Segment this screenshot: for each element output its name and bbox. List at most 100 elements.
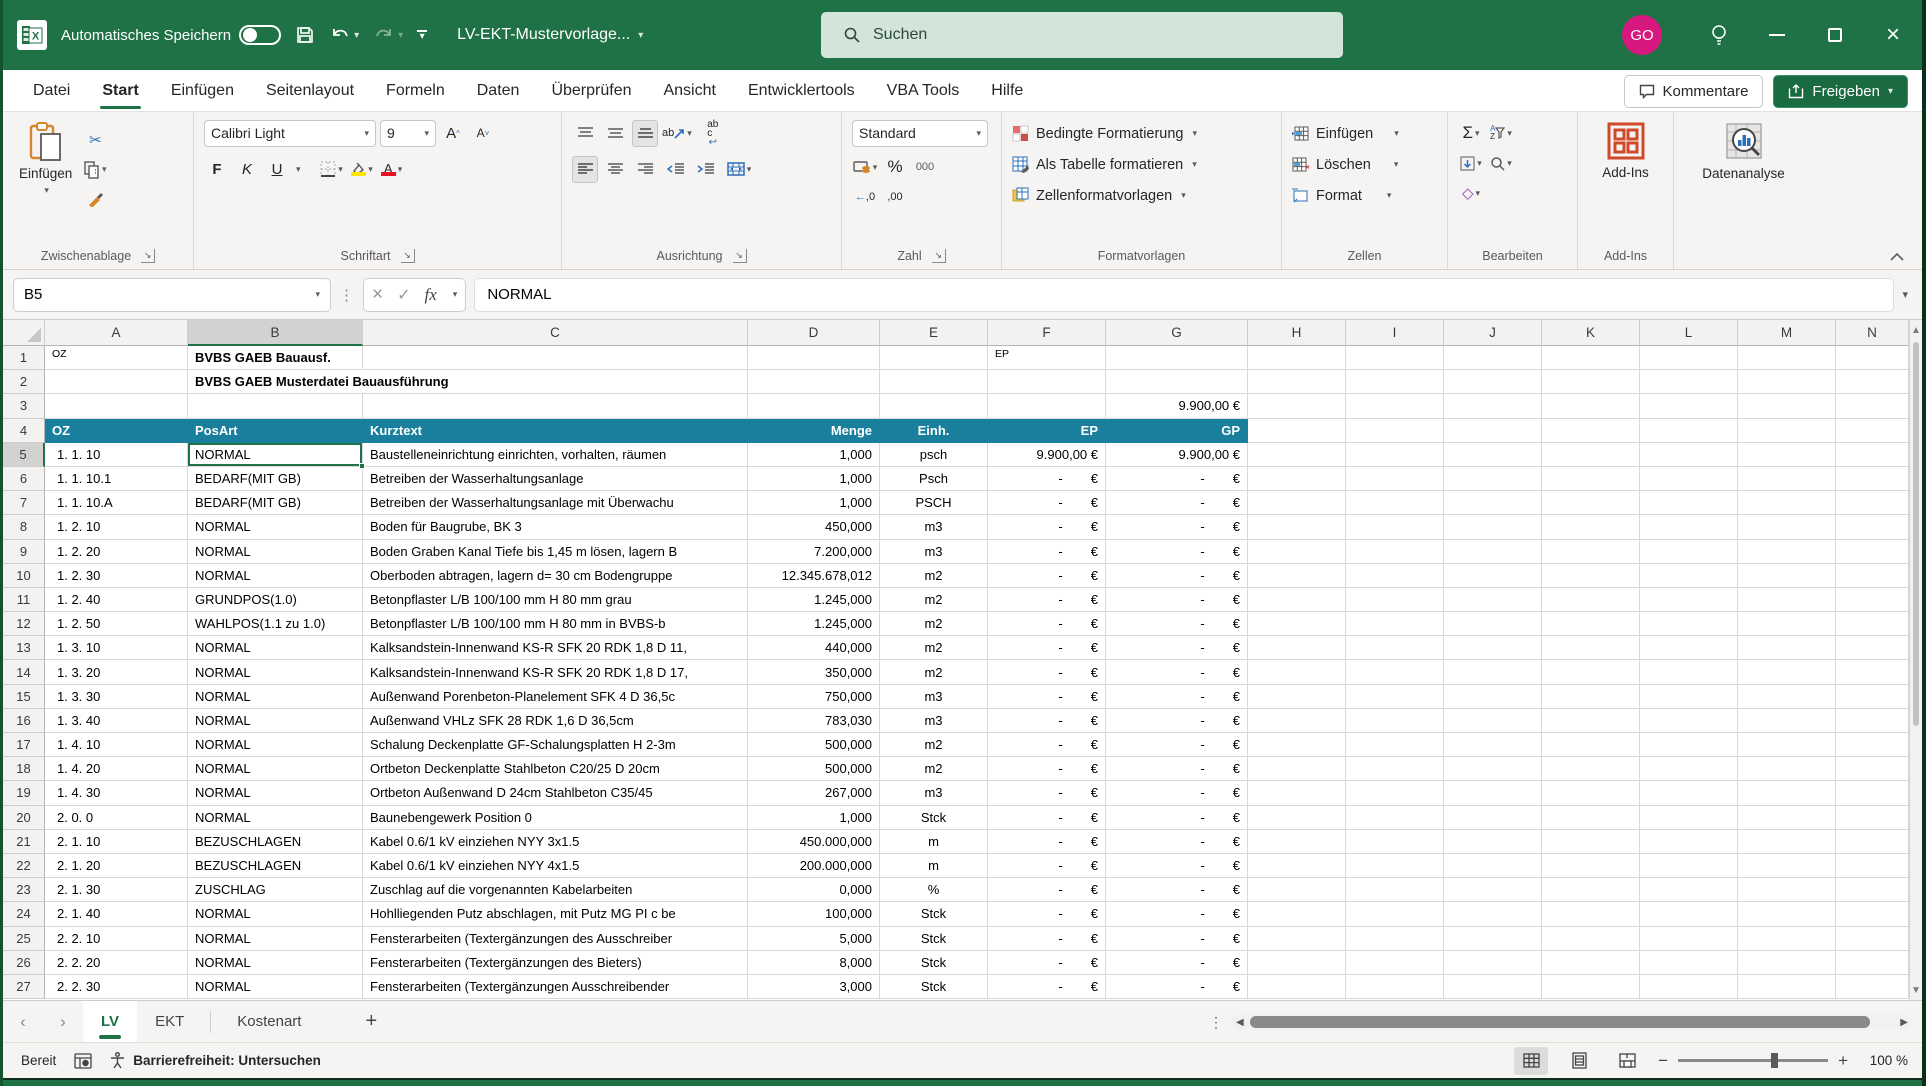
borders-icon[interactable]: ▾ (319, 156, 345, 183)
cell-G16[interactable]: - € (1106, 708, 1248, 733)
expand-formula-bar-icon[interactable]: ▾ (1902, 288, 1912, 301)
formula-input[interactable]: NORMAL (474, 277, 1895, 312)
cell-G24[interactable]: - € (1106, 902, 1248, 927)
tab-seitenlayout[interactable]: Seitenlayout (250, 70, 370, 111)
cell-J7[interactable] (1444, 491, 1542, 516)
copy-icon[interactable]: ▾ (82, 156, 108, 183)
orientation-icon[interactable]: ab ▾ (662, 120, 692, 147)
cell-J13[interactable] (1444, 636, 1542, 661)
cell-G4[interactable]: GP (1106, 418, 1248, 443)
cell-A17[interactable]: 1. 4. 10 (45, 733, 188, 758)
cell-B25[interactable]: NORMAL (188, 926, 363, 951)
cell-K4[interactable] (1542, 418, 1640, 443)
cell-M6[interactable] (1738, 466, 1836, 492)
cell-H7[interactable] (1248, 491, 1346, 516)
fx-dropdown-icon[interactable]: ▾ (453, 289, 458, 300)
cell-J16[interactable] (1444, 708, 1542, 733)
cell-L9[interactable] (1640, 539, 1738, 564)
tab-entwicklertools[interactable]: Entwicklertools (732, 70, 871, 111)
italic-button[interactable]: K (234, 156, 260, 183)
cell-M1[interactable] (1738, 346, 1836, 371)
cell-I24[interactable] (1346, 902, 1444, 927)
cell-F23[interactable]: - € (988, 878, 1106, 903)
horizontal-scroll-thumb[interactable] (1249, 1016, 1871, 1028)
cell-A12[interactable]: 1. 2. 50 (45, 612, 188, 637)
font-dialog-launcher-icon[interactable]: ↘ (400, 249, 415, 263)
increase-decimal-icon[interactable]: ← ,0 (852, 184, 878, 211)
title-dropdown-icon[interactable]: ▾ (638, 30, 643, 41)
save-button[interactable] (295, 25, 315, 45)
cell-N2[interactable] (1836, 370, 1909, 395)
collapse-ribbon-icon[interactable] (1890, 253, 1904, 261)
cell-I14[interactable] (1346, 660, 1444, 685)
new-sheet-button[interactable]: + (365, 1010, 377, 1033)
cell-E20[interactable]: Stck (880, 805, 988, 830)
tab-überprüfen[interactable]: Überprüfen (535, 70, 647, 111)
cell-M10[interactable] (1738, 563, 1836, 588)
cell-C5[interactable]: Baustelleneinrichtung einrichten, vorhal… (363, 442, 748, 467)
cell-D20[interactable]: 1,000 (748, 805, 880, 830)
cell-A18[interactable]: 1. 4. 20 (45, 757, 188, 782)
row-header-3[interactable]: 3 (3, 394, 45, 419)
cell-C14[interactable]: Kalksandstein-Innenwand KS-R SFK 20 RDK … (363, 660, 748, 685)
vertical-scroll-thumb[interactable] (1913, 342, 1919, 726)
cell-B5[interactable]: NORMAL (188, 442, 365, 469)
cell-M9[interactable] (1738, 539, 1836, 564)
cell-E6[interactable]: Psch (880, 466, 988, 492)
delete-cells-button[interactable]: × Löschen ▾ (1288, 149, 1402, 180)
cell-A5[interactable]: 1. 1. 10 (45, 442, 188, 467)
formula-bar-splitter[interactable]: ⋮ (339, 286, 355, 304)
cell-G6[interactable]: - € (1106, 466, 1248, 492)
cell-B21[interactable]: BEZUSCHLAGEN (188, 829, 363, 854)
comma-style-icon[interactable]: 000 (912, 154, 938, 181)
cell-K8[interactable] (1542, 515, 1640, 540)
document-title[interactable]: LV-EKT-Mustervorlage... ▾ (457, 26, 643, 44)
align-center-icon[interactable] (602, 156, 628, 183)
cell-M8[interactable] (1738, 515, 1836, 540)
cell-N13[interactable] (1836, 636, 1909, 661)
cell-C3[interactable] (363, 394, 748, 419)
cell-D9[interactable]: 7.200,000 (748, 539, 880, 564)
cell-J18[interactable] (1444, 757, 1542, 782)
cell-C27[interactable]: Fensterarbeiten (Textergänzungen Ausschr… (363, 974, 748, 1000)
cell-I15[interactable] (1346, 684, 1444, 709)
cancel-icon[interactable]: × (372, 284, 383, 306)
page-layout-view-icon[interactable] (1562, 1047, 1596, 1075)
cell-E7[interactable]: PSCH (880, 491, 988, 516)
tab-ansicht[interactable]: Ansicht (647, 70, 731, 111)
cell-E4[interactable]: Einh. (880, 418, 988, 443)
cell-F5[interactable]: 9.900,00 € (988, 442, 1106, 467)
cell-B1[interactable]: BVBS GAEB Bauausf. (188, 346, 363, 371)
cell-K26[interactable] (1542, 950, 1640, 975)
column-header-E[interactable]: E (880, 320, 988, 346)
cell-M24[interactable] (1738, 902, 1836, 927)
cell-L25[interactable] (1640, 926, 1738, 951)
cell-B23[interactable]: ZUSCHLAG (188, 878, 363, 903)
cell-B4[interactable]: PosArt (188, 418, 363, 443)
cell-H17[interactable] (1248, 733, 1346, 758)
cell-C12[interactable]: Betonpflaster L/B 100/100 mm H 80 mm in … (363, 612, 748, 637)
row-header-18[interactable]: 18 (3, 757, 45, 782)
cell-C25[interactable]: Fensterarbeiten (Textergänzungen des Aus… (363, 926, 748, 951)
accessibility-status[interactable]: Barrierefreiheit: Untersuchen (110, 1052, 321, 1069)
cell-A9[interactable]: 1. 2. 20 (45, 539, 188, 564)
font-name-select[interactable]: Calibri Light ▾ (204, 119, 376, 147)
cell-E9[interactable]: m3 (880, 539, 988, 564)
cell-C4[interactable]: Kurztext (363, 418, 748, 443)
cell-H26[interactable] (1248, 950, 1346, 975)
cell-M22[interactable] (1738, 853, 1836, 879)
cell-L8[interactable] (1640, 515, 1738, 540)
cell-A25[interactable]: 2. 2. 10 (45, 926, 188, 951)
cell-M19[interactable] (1738, 781, 1836, 806)
row-header-12[interactable]: 12 (3, 612, 45, 637)
cell-I25[interactable] (1346, 926, 1444, 951)
cell-G19[interactable]: - € (1106, 781, 1248, 806)
cell-D26[interactable]: 8,000 (748, 950, 880, 975)
cell-H15[interactable] (1248, 684, 1346, 709)
increase-font-icon[interactable]: A ^ (440, 120, 466, 147)
cell-B20[interactable]: NORMAL (188, 805, 363, 830)
cell-D14[interactable]: 350,000 (748, 660, 880, 685)
bold-button[interactable]: F (204, 156, 230, 183)
cell-E12[interactable]: m2 (880, 612, 988, 637)
cell-B13[interactable]: NORMAL (188, 636, 363, 661)
